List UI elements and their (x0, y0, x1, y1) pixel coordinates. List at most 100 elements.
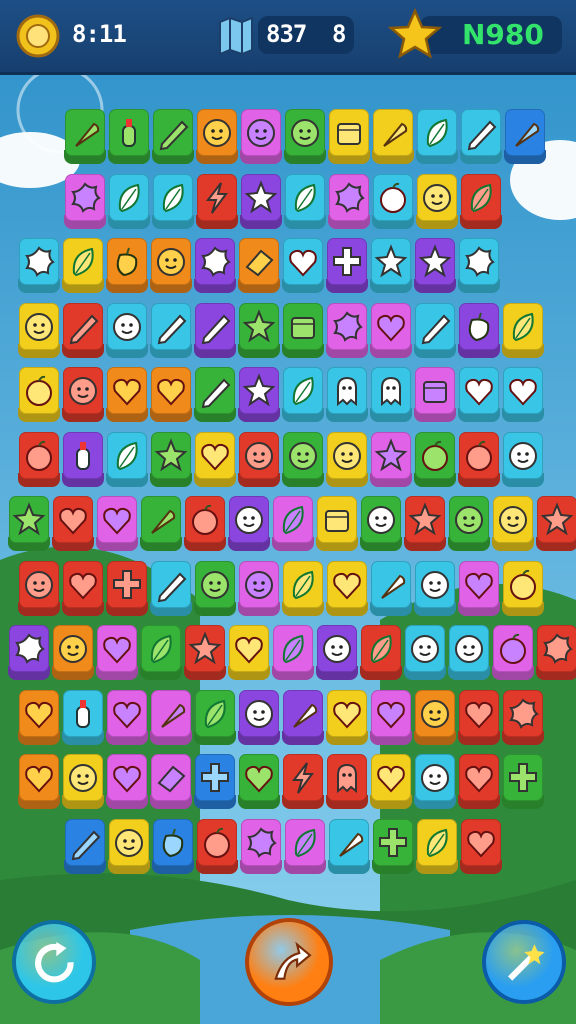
tile[interactable] (150, 237, 192, 293)
tile[interactable] (282, 431, 324, 487)
tile[interactable] (194, 366, 236, 422)
tile[interactable] (196, 173, 238, 229)
tile[interactable] (18, 237, 60, 293)
tile[interactable] (282, 753, 324, 809)
tile[interactable] (140, 495, 182, 551)
tile[interactable] (52, 495, 94, 551)
tile[interactable] (458, 560, 500, 616)
tile[interactable] (536, 624, 576, 680)
tile[interactable] (62, 431, 104, 487)
tile[interactable] (18, 753, 60, 809)
tile[interactable] (238, 302, 280, 358)
tile[interactable] (404, 495, 446, 551)
tile[interactable] (8, 495, 50, 551)
tile[interactable] (328, 108, 370, 164)
tile[interactable] (416, 818, 458, 874)
tile[interactable] (326, 689, 368, 745)
tile[interactable] (404, 624, 446, 680)
tile[interactable] (240, 818, 282, 874)
tile[interactable] (458, 366, 500, 422)
tile[interactable] (184, 495, 226, 551)
tile[interactable] (492, 495, 534, 551)
tile[interactable] (96, 624, 138, 680)
tile[interactable] (328, 818, 370, 874)
tile[interactable] (106, 302, 148, 358)
tile[interactable] (64, 108, 106, 164)
tile[interactable] (194, 753, 236, 809)
tile[interactable] (194, 431, 236, 487)
tile[interactable] (460, 173, 502, 229)
tile[interactable] (272, 624, 314, 680)
tile[interactable] (106, 431, 148, 487)
tile[interactable] (184, 624, 226, 680)
tile[interactable] (18, 689, 60, 745)
tile[interactable] (458, 689, 500, 745)
tile[interactable] (194, 560, 236, 616)
tile[interactable] (228, 495, 270, 551)
tile[interactable] (150, 366, 192, 422)
tile[interactable] (326, 302, 368, 358)
tile[interactable] (414, 431, 456, 487)
tile[interactable] (414, 560, 456, 616)
tile[interactable] (106, 560, 148, 616)
tile[interactable] (62, 302, 104, 358)
tile[interactable] (492, 624, 534, 680)
tile[interactable] (62, 560, 104, 616)
tile[interactable] (18, 431, 60, 487)
tile[interactable] (502, 689, 544, 745)
tile[interactable] (18, 560, 60, 616)
tile[interactable] (458, 237, 500, 293)
tile[interactable] (282, 237, 324, 293)
tile[interactable] (18, 302, 60, 358)
tile[interactable] (150, 560, 192, 616)
tile[interactable] (448, 624, 490, 680)
tile[interactable] (372, 818, 414, 874)
shuffle-button[interactable] (12, 920, 96, 1004)
tile[interactable] (370, 302, 412, 358)
tile[interactable] (326, 366, 368, 422)
tile[interactable] (370, 689, 412, 745)
tile[interactable] (502, 560, 544, 616)
tile[interactable] (460, 818, 502, 874)
tile[interactable] (108, 108, 150, 164)
tile[interactable] (64, 173, 106, 229)
tile[interactable] (502, 302, 544, 358)
tile[interactable] (194, 689, 236, 745)
tile[interactable] (52, 624, 94, 680)
tile[interactable] (504, 108, 546, 164)
tile[interactable] (62, 753, 104, 809)
tile[interactable] (272, 495, 314, 551)
hint-button[interactable] (245, 918, 333, 1006)
tile[interactable] (284, 818, 326, 874)
tile[interactable] (316, 624, 358, 680)
tile[interactable] (238, 689, 280, 745)
tile[interactable] (240, 108, 282, 164)
tile[interactable] (106, 753, 148, 809)
tile[interactable] (238, 366, 280, 422)
tile[interactable] (150, 753, 192, 809)
tile[interactable] (360, 495, 402, 551)
tile[interactable] (360, 624, 402, 680)
tile[interactable] (414, 753, 456, 809)
tile[interactable] (502, 753, 544, 809)
tile[interactable] (196, 108, 238, 164)
tile[interactable] (502, 431, 544, 487)
tile[interactable] (414, 237, 456, 293)
tile[interactable] (108, 818, 150, 874)
tile[interactable] (284, 108, 326, 164)
tile[interactable] (282, 689, 324, 745)
tile[interactable] (536, 495, 576, 551)
tile[interactable] (194, 302, 236, 358)
tile[interactable] (502, 366, 544, 422)
tile[interactable] (228, 624, 270, 680)
tile[interactable] (152, 108, 194, 164)
tile[interactable] (240, 173, 282, 229)
magic-button[interactable] (482, 920, 566, 1004)
tile[interactable] (284, 173, 326, 229)
tile[interactable] (96, 495, 138, 551)
tile[interactable] (150, 689, 192, 745)
tile[interactable] (416, 173, 458, 229)
tile[interactable] (316, 495, 358, 551)
tile[interactable] (150, 431, 192, 487)
tile[interactable] (106, 689, 148, 745)
